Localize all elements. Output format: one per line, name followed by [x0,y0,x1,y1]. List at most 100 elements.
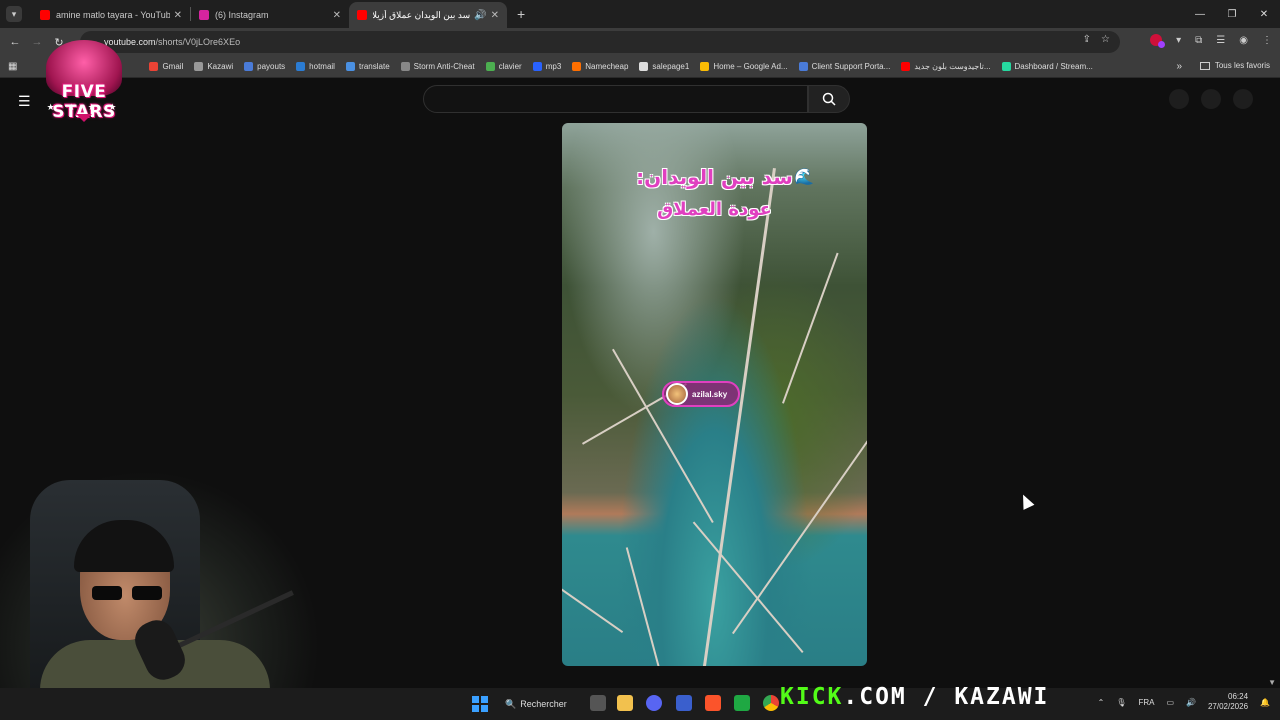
brave-icon[interactable] [705,695,721,711]
kick-stream-overlay: KICK.COM / KAZAWI [780,684,1050,710]
more-menu-icon[interactable]: ⋮ [1262,35,1272,46]
folder-icon [1199,61,1210,70]
extensions-puzzle-icon[interactable]: ⧉ [1195,35,1202,46]
network-icon[interactable]: ▭ [1166,698,1174,707]
bookmark-youtube-arabic[interactable]: تاجيدوست بلون جديد... [901,62,991,71]
apps-grid-icon[interactable]: ▦ [8,61,17,72]
microphone-icon[interactable]: 🎙 [1116,698,1126,707]
profile-avatar-icon[interactable]: ◉ [1239,35,1248,46]
tab-search-button[interactable]: ▾ [6,6,22,22]
bookmark-client-support[interactable]: Client Support Porta... [798,62,890,71]
gmail-icon [149,62,159,71]
extension-icon[interactable] [1150,34,1166,48]
bookmark-translate[interactable]: translate [345,62,390,71]
search-button[interactable] [808,85,850,113]
bookmark-hotmail[interactable]: hotmail [296,62,335,71]
time: 06:24 [1228,692,1249,701]
video-title-line2: عودة العملاق [657,199,772,220]
mp3-icon [532,62,542,71]
tab-title: (6) Instagram [215,10,269,20]
hamburger-menu-icon[interactable]: ☰ [18,93,31,110]
close-tab-icon[interactable]: ✕ [491,10,499,21]
link-icon [244,62,254,71]
storm-icon [400,62,410,71]
url-path: /shorts/V0jLOre6XEo [155,37,241,47]
tab-strip: ▾ amine matlo tayara - YouTube ✕ (6) Ins… [0,0,1280,28]
bookmark-gmail[interactable]: Gmail [149,62,183,71]
shorts-video-player[interactable]: 🌊 سد بين الويدان: عودة العملاق azilal.sk… [562,123,867,666]
windows-start-icon[interactable] [472,696,488,712]
discord-icon[interactable] [646,695,662,711]
search-input[interactable] [423,85,808,113]
minimize-icon[interactable]: — [1184,0,1216,28]
meta-icon [798,62,808,71]
branch [702,167,776,666]
close-tab-icon[interactable]: ✕ [333,10,341,21]
google-ads-icon [700,62,710,71]
scroll-down-arrow-icon[interactable]: ▼ [1268,678,1276,687]
globe-icon [639,62,649,71]
tab-title: سد بين الويدان عملاق أزيلال [373,9,471,20]
bookmark-payouts[interactable]: payouts [244,62,285,71]
app-icon[interactable] [676,695,692,711]
media-queue-icon[interactable]: ☰ [1216,35,1225,46]
notifications-icon[interactable] [1201,89,1221,109]
translate-icon [345,62,355,71]
install-app-icon[interactable]: ⇪ [1083,34,1091,45]
youtube-favicon-icon [357,10,367,20]
youtube-favicon-icon [40,10,50,20]
window-controls: — ❐ ✕ [1184,0,1280,28]
stream-logo: FIVE STARS ★ ★ ★ ★ [30,38,138,126]
app-green-icon[interactable] [734,695,750,711]
volume-icon[interactable]: 🔊 [1186,698,1196,707]
bookmark-google-ads[interactable]: Home – Google Ad... [700,62,788,71]
back-icon[interactable]: ← [4,36,26,48]
bookmark-dashboard[interactable]: Dashboard / Stream... [1001,62,1093,71]
namecheap-icon [572,62,582,71]
bookmark-namecheap[interactable]: Namecheap [572,62,628,71]
branch [732,420,867,635]
logo-tip [76,114,92,122]
extension-menu-icon[interactable]: ▾ [1176,35,1181,46]
bookmark-star-icon[interactable]: ☆ [1101,34,1110,45]
extension-area: ▾ ⧉ ☰ ◉ ⋮ [1150,34,1272,48]
bookmark-mp3[interactable]: mp3 [532,62,561,71]
search-icon: 🔍 [505,698,517,709]
account-avatar[interactable] [1233,89,1253,109]
chrome-icon[interactable] [763,695,779,711]
maximize-icon[interactable]: ❐ [1216,0,1248,28]
language-indicator[interactable]: FRA [1138,698,1154,707]
all-bookmarks-folder[interactable]: Tous les favoris [1199,61,1270,70]
more-bookmarks-icon[interactable]: » [1176,61,1182,72]
video-title-line1: سد بين الويدان: [636,165,793,189]
close-window-icon[interactable]: ✕ [1248,0,1280,28]
creator-badge: azilal.sky [662,381,740,407]
sunglasses [92,586,162,600]
bookmark-salepage[interactable]: salepage1 [639,62,689,71]
clock[interactable]: 06:24 27/02/2026 [1208,692,1248,712]
omnibox-actions: ⇪ ☆ [1083,34,1110,45]
streamlabs-icon [1001,62,1011,71]
branch [782,252,839,404]
task-view-icon[interactable] [590,695,606,711]
bookmark-storm[interactable]: Storm Anti-Cheat [400,62,475,71]
tab-youtube-short[interactable]: سد بين الويدان عملاق أزيلال 🔊 ✕ [349,2,507,28]
file-explorer-icon[interactable] [617,695,633,711]
new-tab-button[interactable]: + [517,6,525,22]
chevron-up-icon[interactable]: ⌃ [1098,698,1105,707]
tab-instagram[interactable]: (6) Instagram ✕ [191,2,349,28]
address-bar[interactable]: youtube.com/shorts/V0jLOre6XEo [80,31,1120,53]
create-icon[interactable] [1169,89,1189,109]
tab-youtube-channel[interactable]: amine matlo tayara - YouTube ✕ [32,2,190,28]
date: 27/02/2026 [1207,702,1249,711]
close-tab-icon[interactable]: ✕ [174,10,182,21]
bookmarks-bar: ▦ Gmail Kazawi payouts hotmail translate… [0,56,1280,78]
notification-bell-icon[interactable]: 🔔 [1260,698,1270,707]
instagram-favicon-icon [199,10,209,20]
bookmark-kazawi[interactable]: Kazawi [194,62,233,71]
taskbar-search[interactable]: 🔍 Rechercher [505,693,583,715]
bookmark-clavier[interactable]: clavier [485,62,522,71]
speaker-icon[interactable]: 🔊 [474,10,486,21]
creator-avatar [666,383,688,405]
search-icon [822,92,836,106]
